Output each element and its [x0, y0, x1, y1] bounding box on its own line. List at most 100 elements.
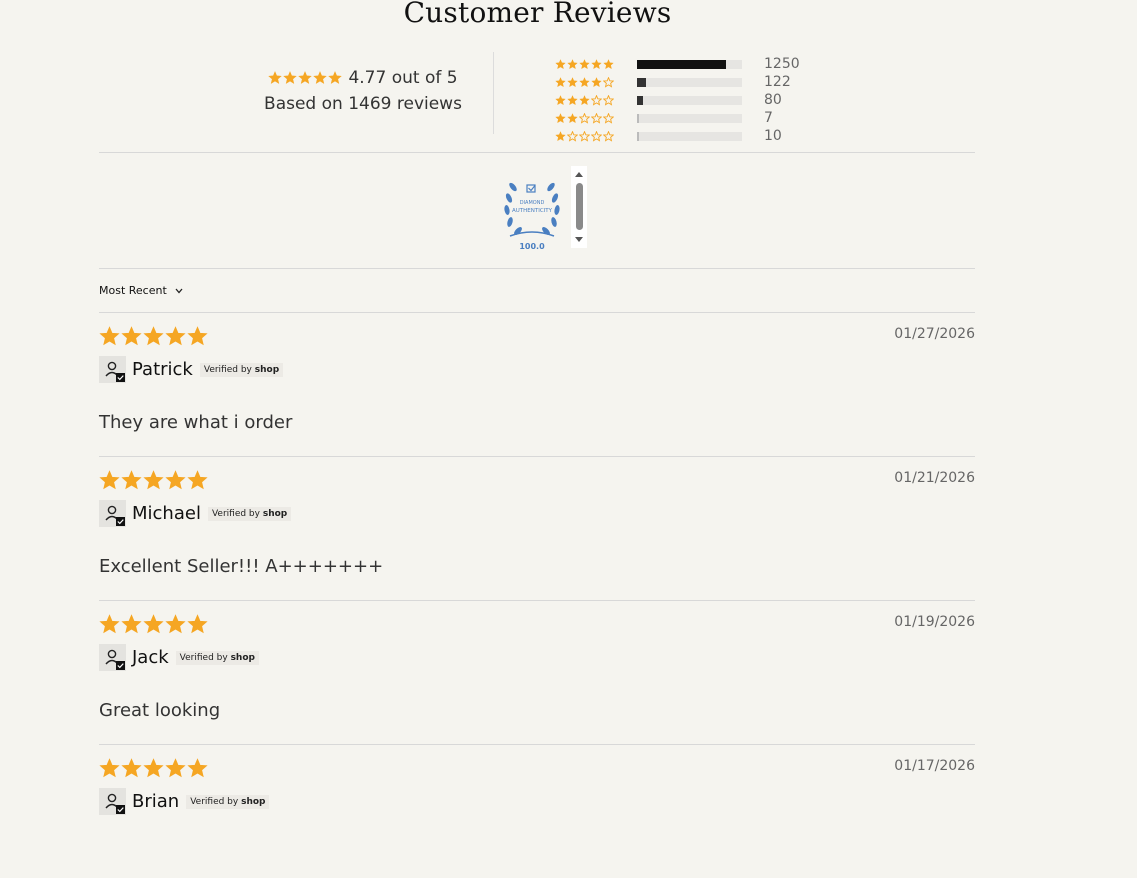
sort-dropdown[interactable]: Most Recent	[99, 284, 183, 297]
review-stars	[99, 470, 975, 491]
histogram-stars	[555, 76, 637, 88]
histogram-bar-fill	[637, 77, 646, 87]
star-filled-icon	[165, 614, 186, 634]
histogram-bar-fill	[637, 95, 643, 105]
average-stars	[268, 71, 343, 85]
histogram-bar-fill	[637, 59, 727, 69]
star-filled-icon	[143, 470, 164, 490]
star-filled-icon	[121, 758, 142, 778]
star-filled-icon	[313, 71, 328, 84]
star-filled-icon	[298, 71, 313, 84]
review-author: Patrick Verified by shop	[99, 356, 284, 383]
star-filled-icon	[121, 470, 142, 490]
star-filled-icon	[579, 58, 590, 69]
section-divider	[99, 744, 975, 745]
verified-badge: Verified by shop	[175, 650, 259, 665]
verified-brand: shop	[262, 508, 288, 519]
histogram-stars	[555, 94, 637, 106]
star-filled-icon	[555, 130, 566, 141]
svg-text:AUTHENTICITY: AUTHENTICITY	[512, 208, 553, 214]
star-filled-icon	[187, 326, 208, 346]
review-author: Brian Verified by shop	[99, 788, 270, 815]
page-title: Customer Reviews	[403, 0, 672, 29]
histogram-stars	[555, 130, 637, 142]
star-filled-icon	[99, 326, 120, 346]
histogram-count: 122	[764, 74, 791, 90]
histogram-bar	[637, 113, 742, 123]
laurel-badge-icon: DIAMOND AUTHENTICITY 100.0	[504, 182, 560, 251]
histogram-row[interactable]: 1250	[555, 55, 800, 73]
star-filled-icon	[579, 76, 590, 87]
histogram-row[interactable]: 10	[555, 127, 800, 145]
sort-label: Most Recent	[99, 284, 167, 297]
user-avatar-icon	[99, 644, 126, 671]
star-empty-icon	[591, 130, 602, 142]
verified-prefix: Verified by	[179, 652, 231, 663]
histogram-count: 80	[764, 92, 782, 108]
star-filled-icon	[567, 94, 578, 105]
scroll-down-icon[interactable]	[575, 237, 583, 242]
histogram-bar-fill	[637, 131, 639, 141]
histogram-row[interactable]: 7	[555, 109, 800, 127]
badge-score: 100.0	[519, 242, 545, 251]
verified-brand: shop	[254, 364, 280, 375]
star-filled-icon	[555, 112, 566, 123]
star-filled-icon	[165, 470, 186, 490]
star-filled-icon	[187, 470, 208, 490]
histogram-stars	[555, 58, 637, 70]
star-filled-icon	[121, 614, 142, 634]
star-empty-icon	[567, 130, 578, 142]
star-filled-icon	[591, 58, 602, 69]
section-divider	[99, 268, 975, 269]
star-empty-icon	[591, 112, 602, 124]
star-filled-icon	[567, 58, 578, 69]
scroll-up-icon[interactable]	[575, 172, 583, 177]
histogram-row[interactable]: 80	[555, 91, 800, 109]
histogram-stars	[555, 112, 637, 124]
star-filled-icon	[268, 71, 283, 84]
star-filled-icon	[187, 614, 208, 634]
star-empty-icon	[579, 130, 590, 142]
histogram-count: 1250	[764, 56, 800, 72]
verified-prefix: Verified by	[190, 796, 242, 807]
star-filled-icon	[143, 614, 164, 634]
scroll-thumb[interactable]	[576, 183, 583, 230]
star-filled-icon	[567, 112, 578, 123]
star-filled-icon	[99, 758, 120, 778]
star-filled-icon	[99, 470, 120, 490]
star-filled-icon	[143, 326, 164, 346]
review-author: Jack Verified by shop	[99, 644, 259, 671]
section-divider	[99, 456, 975, 457]
star-filled-icon	[555, 58, 566, 69]
star-filled-icon	[555, 76, 566, 87]
verified-badge: Verified by shop	[199, 362, 284, 377]
review-body: Great looking	[99, 700, 221, 721]
histogram-bar	[637, 59, 742, 69]
star-filled-icon	[591, 76, 602, 87]
verified-brand: shop	[230, 652, 255, 663]
star-filled-icon	[99, 614, 120, 634]
star-filled-icon	[328, 71, 343, 84]
badge-scrollbar[interactable]	[571, 166, 587, 248]
rating-histogram: 1250 122 80 7 10	[555, 55, 800, 145]
star-empty-icon	[603, 76, 614, 88]
histogram-count: 10	[764, 128, 782, 144]
verified-brand: shop	[241, 796, 266, 807]
review-body: They are what i order	[99, 412, 293, 433]
verified-prefix: Verified by	[211, 508, 263, 519]
rating-summary: 4.77 out of 5 Based on 1469 reviews	[258, 68, 468, 114]
histogram-bar-fill	[637, 113, 639, 123]
review-item: 01/21/2026 Michael Verified by shop Excelle…	[99, 470, 975, 590]
review-item: 01/19/2026 Jack Verified by shop Great look…	[99, 614, 975, 734]
verified-badge: Verified by shop	[207, 506, 292, 521]
star-filled-icon	[603, 58, 614, 69]
star-filled-icon	[555, 94, 566, 105]
svg-text:DIAMOND: DIAMOND	[520, 200, 545, 206]
section-divider	[99, 152, 975, 153]
user-avatar-icon	[99, 356, 126, 383]
star-empty-icon	[591, 94, 602, 106]
star-filled-icon	[165, 758, 186, 778]
review-count-text: Based on 1469 reviews	[264, 94, 462, 114]
star-filled-icon	[165, 326, 186, 346]
histogram-row[interactable]: 122	[555, 73, 800, 91]
